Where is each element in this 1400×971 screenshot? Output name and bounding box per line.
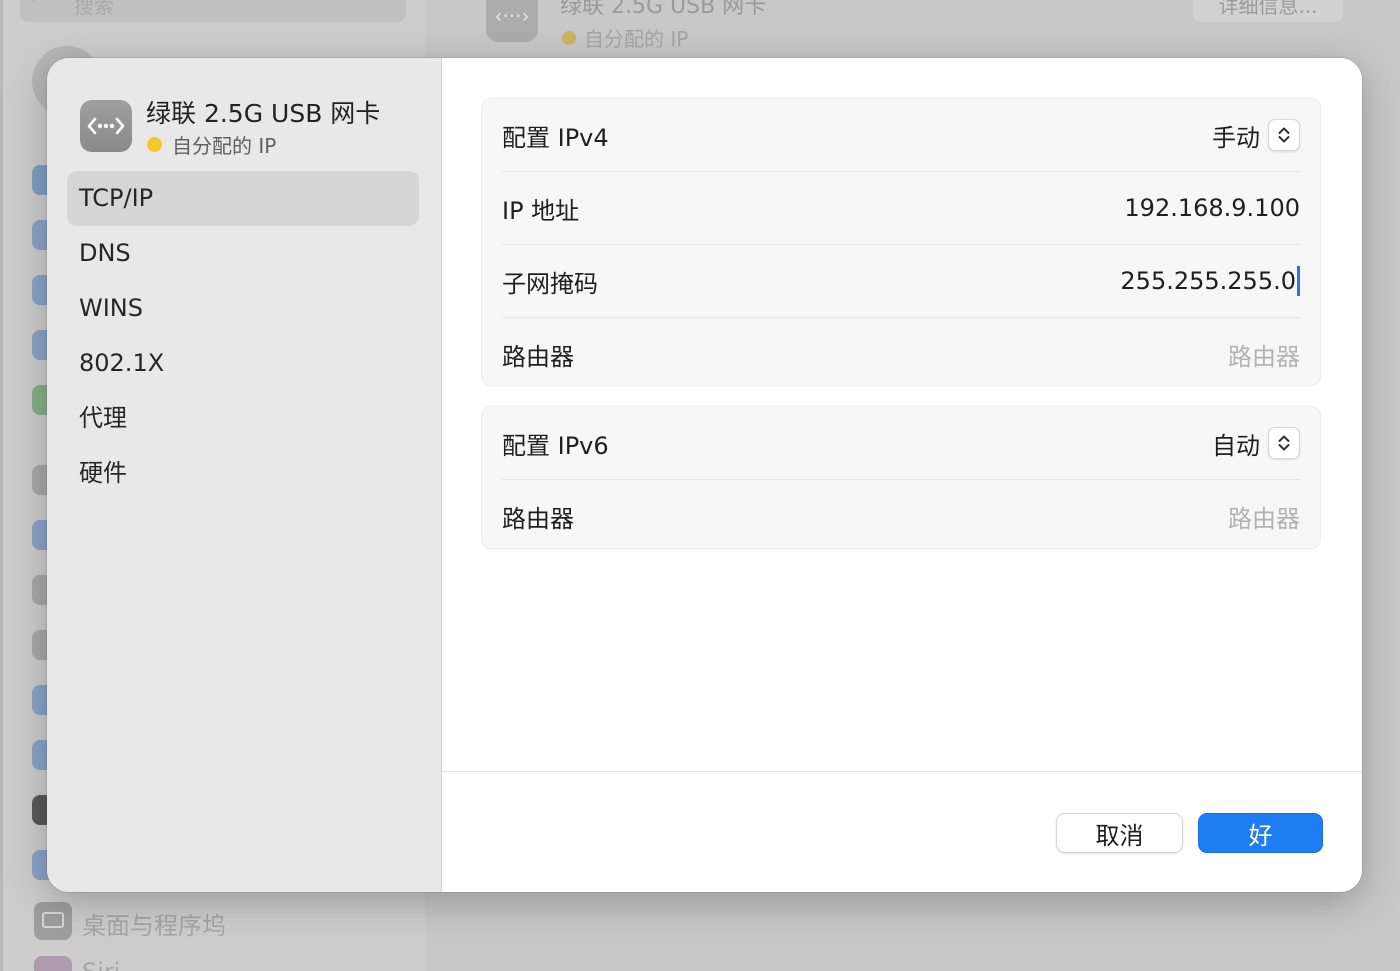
details-button: 详细信息... (1193, 0, 1343, 22)
dock-icon (34, 902, 72, 940)
ip-address-field[interactable]: 192.168.9.100 (1124, 194, 1300, 222)
nav-item-tcpip[interactable]: TCP/IP (67, 171, 419, 226)
cancel-button[interactable]: 取消 (1056, 813, 1183, 853)
ok-button[interactable]: 好 (1198, 813, 1323, 853)
chevron-up-down-icon (1268, 119, 1300, 151)
sheet-sidebar: 绿联 2.5G USB 网卡 自分配的 IP TCP/IP DNS WINS 8… (47, 58, 442, 892)
configure-ipv6-row: 配置 IPv6 自动 (502, 407, 1300, 480)
sheet-content: 配置 IPv4 手动 IP 地址 192.168.9.100 子网掩码 255.… (442, 58, 1362, 892)
background-sidebar-label: 桌面与程序坞 (82, 912, 226, 940)
siri-icon (34, 956, 72, 971)
status-dot (147, 137, 162, 152)
background-status: 自分配的 IP (562, 23, 688, 52)
configure-ipv4-label: 配置 IPv4 (502, 123, 609, 152)
ipv6-router-label: 路由器 (502, 504, 574, 533)
ipv4-router-label: 路由器 (502, 342, 574, 371)
device-name: 绿联 2.5G USB 网卡 (146, 99, 381, 128)
ipv6-router-row: 路由器 路由器 (502, 480, 1300, 552)
network-adapter-icon (80, 100, 132, 152)
footer-divider (442, 771, 1362, 772)
subnet-mask-value: 255.255.255.0 (1120, 267, 1296, 295)
text-cursor (1297, 266, 1300, 296)
configure-ipv4-row: 配置 IPv4 手动 (502, 99, 1300, 172)
subnet-mask-label: 子网掩码 (502, 269, 598, 298)
background-title: 绿联 2.5G USB 网卡 (560, 0, 767, 19)
nav-item-wins[interactable]: WINS (67, 281, 419, 336)
settings-nav: TCP/IP DNS WINS 802.1X 代理 硬件 (67, 171, 419, 501)
ipv4-router-row: 路由器 路由器 (502, 318, 1300, 390)
background-sidebar-label: Siri (82, 958, 120, 971)
device-status-text: 自分配的 IP (172, 134, 277, 158)
network-settings-sheet: 绿联 2.5G USB 网卡 自分配的 IP TCP/IP DNS WINS 8… (47, 58, 1362, 892)
ipv6-group: 配置 IPv6 自动 路由器 路由器 (481, 406, 1321, 549)
network-adapter-icon: ‹···› (486, 0, 538, 42)
nav-item-8021x[interactable]: 802.1X (67, 336, 419, 391)
subnet-mask-field[interactable]: 255.255.255.0 (1120, 266, 1300, 296)
background-search-placeholder: 搜索 (74, 0, 114, 18)
status-dot (562, 30, 576, 45)
nav-item-dns[interactable]: DNS (67, 226, 419, 281)
device-status: 自分配的 IP (147, 130, 276, 159)
nav-item-hardware[interactable]: 硬件 (67, 446, 419, 501)
configure-ipv6-label: 配置 IPv6 (502, 431, 609, 460)
configure-ipv6-value: 自动 (1212, 431, 1260, 460)
subnet-mask-row: 子网掩码 255.255.255.0 (502, 245, 1300, 318)
chevron-up-down-icon (1268, 427, 1300, 459)
ipv4-group: 配置 IPv4 手动 IP 地址 192.168.9.100 子网掩码 255.… (481, 98, 1321, 386)
ipv6-router-field[interactable]: 路由器 (1228, 499, 1300, 534)
nav-item-proxy[interactable]: 代理 (67, 391, 419, 446)
search-icon: ⌕ (32, 0, 52, 7)
background-status-text: 自分配的 IP (584, 27, 689, 51)
ip-address-label: IP 地址 (502, 196, 580, 225)
configure-ipv4-popup[interactable]: 手动 (1212, 118, 1300, 153)
configure-ipv4-value: 手动 (1212, 123, 1260, 152)
ipv4-router-field[interactable]: 路由器 (1228, 337, 1300, 372)
ip-address-row: IP 地址 192.168.9.100 (502, 172, 1300, 245)
background-sidebar-edge (0, 0, 3, 971)
configure-ipv6-popup[interactable]: 自动 (1212, 426, 1300, 461)
